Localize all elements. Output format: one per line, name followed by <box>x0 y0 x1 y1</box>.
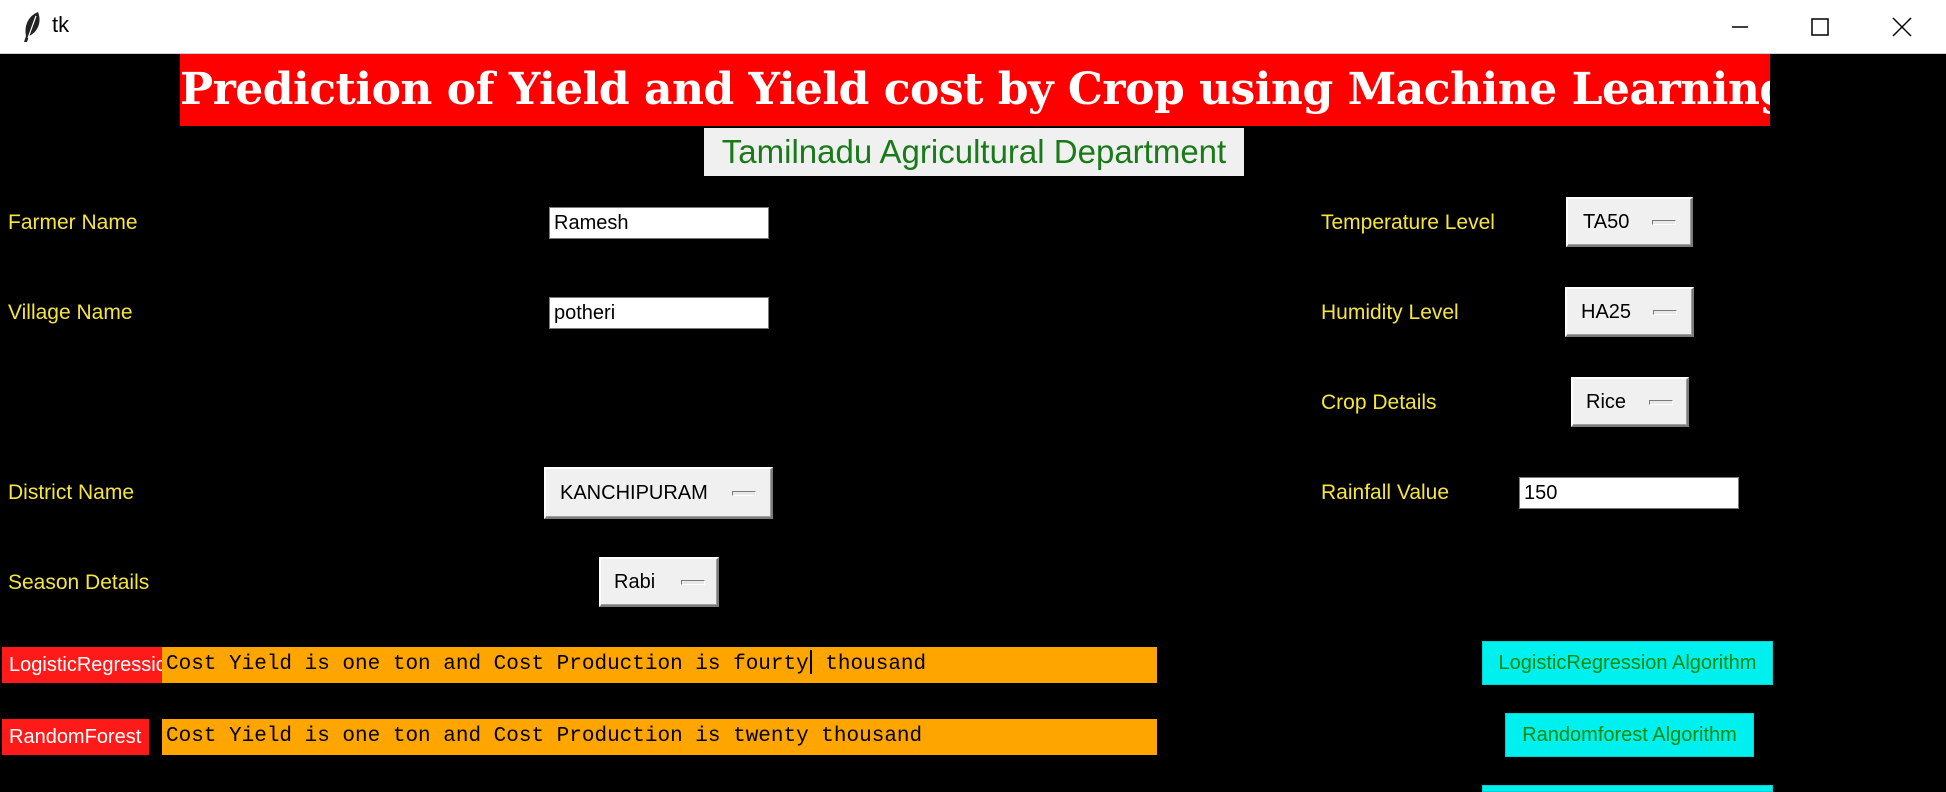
district-dropdown[interactable]: KANCHIPURAM <box>544 467 773 519</box>
dropdown-indicator-icon <box>1652 220 1676 225</box>
season-dropdown-value: Rabi <box>614 571 656 593</box>
crop-dropdown[interactable]: Rice <box>1571 377 1689 427</box>
random-forest-label: RandomForest <box>2 719 149 755</box>
partially-visible-button[interactable] <box>1482 785 1773 792</box>
dropdown-indicator-icon <box>732 491 756 496</box>
dropdown-indicator-icon <box>1653 310 1677 315</box>
temperature-level-label: Temperature Level <box>1321 211 1495 234</box>
random-forest-result[interactable]: Cost Yield is one ton and Cost Productio… <box>162 719 1157 755</box>
rainfall-value-label: Rainfall Value <box>1321 481 1450 504</box>
season-details-label: Season Details <box>8 571 150 594</box>
maximize-button[interactable] <box>1780 0 1860 54</box>
logistic-regression-algorithm-button[interactable]: LogisticRegression Algorithm <box>1482 641 1773 685</box>
window-title: tk <box>52 12 70 37</box>
window-titlebar: tk <box>0 0 1946 54</box>
crop-details-label: Crop Details <box>1321 391 1437 414</box>
rainfall-input[interactable]: 150 <box>1519 477 1739 509</box>
humidity-dropdown[interactable]: HA25 <box>1565 287 1694 337</box>
logistic-regression-label: LogisticRegression <box>2 647 162 683</box>
farmer-name-input[interactable]: Ramesh <box>549 207 769 239</box>
dropdown-indicator-icon <box>681 580 705 585</box>
humidity-dropdown-value: HA25 <box>1581 301 1632 323</box>
logistic-regression-result[interactable]: Cost Yield is one ton and Cost Productio… <box>162 647 1157 683</box>
maximize-icon <box>1811 18 1829 36</box>
page-title: Prediction of Yield and Yield cost by Cr… <box>180 54 1770 126</box>
farmer-name-label: Farmer Name <box>8 211 138 234</box>
dropdown-indicator-icon <box>1649 400 1673 405</box>
close-button[interactable] <box>1862 0 1942 54</box>
close-icon <box>1892 17 1912 37</box>
feather-icon <box>18 10 46 44</box>
crop-dropdown-value: Rice <box>1586 391 1627 413</box>
district-dropdown-value: KANCHIPURAM <box>560 482 708 504</box>
season-dropdown[interactable]: Rabi <box>599 557 719 607</box>
minimize-button[interactable] <box>1700 0 1780 54</box>
logistic-regression-result-text: Cost Yield is one ton and Cost Productio… <box>166 653 809 676</box>
temperature-dropdown-value: TA50 <box>1583 211 1630 233</box>
logistic-regression-result-text-end: thousand <box>812 653 927 676</box>
randomforest-algorithm-button[interactable]: Randomforest Algorithm <box>1505 713 1754 757</box>
village-name-label: Village Name <box>8 301 133 324</box>
district-name-label: District Name <box>8 481 135 504</box>
minimize-icon <box>1732 26 1748 28</box>
department-subtitle: Tamilnadu Agricultural Department <box>704 128 1244 176</box>
humidity-level-label: Humidity Level <box>1321 301 1459 324</box>
text-cursor <box>809 650 812 674</box>
village-name-input[interactable]: potheri <box>549 297 769 329</box>
temperature-dropdown[interactable]: TA50 <box>1566 197 1693 247</box>
